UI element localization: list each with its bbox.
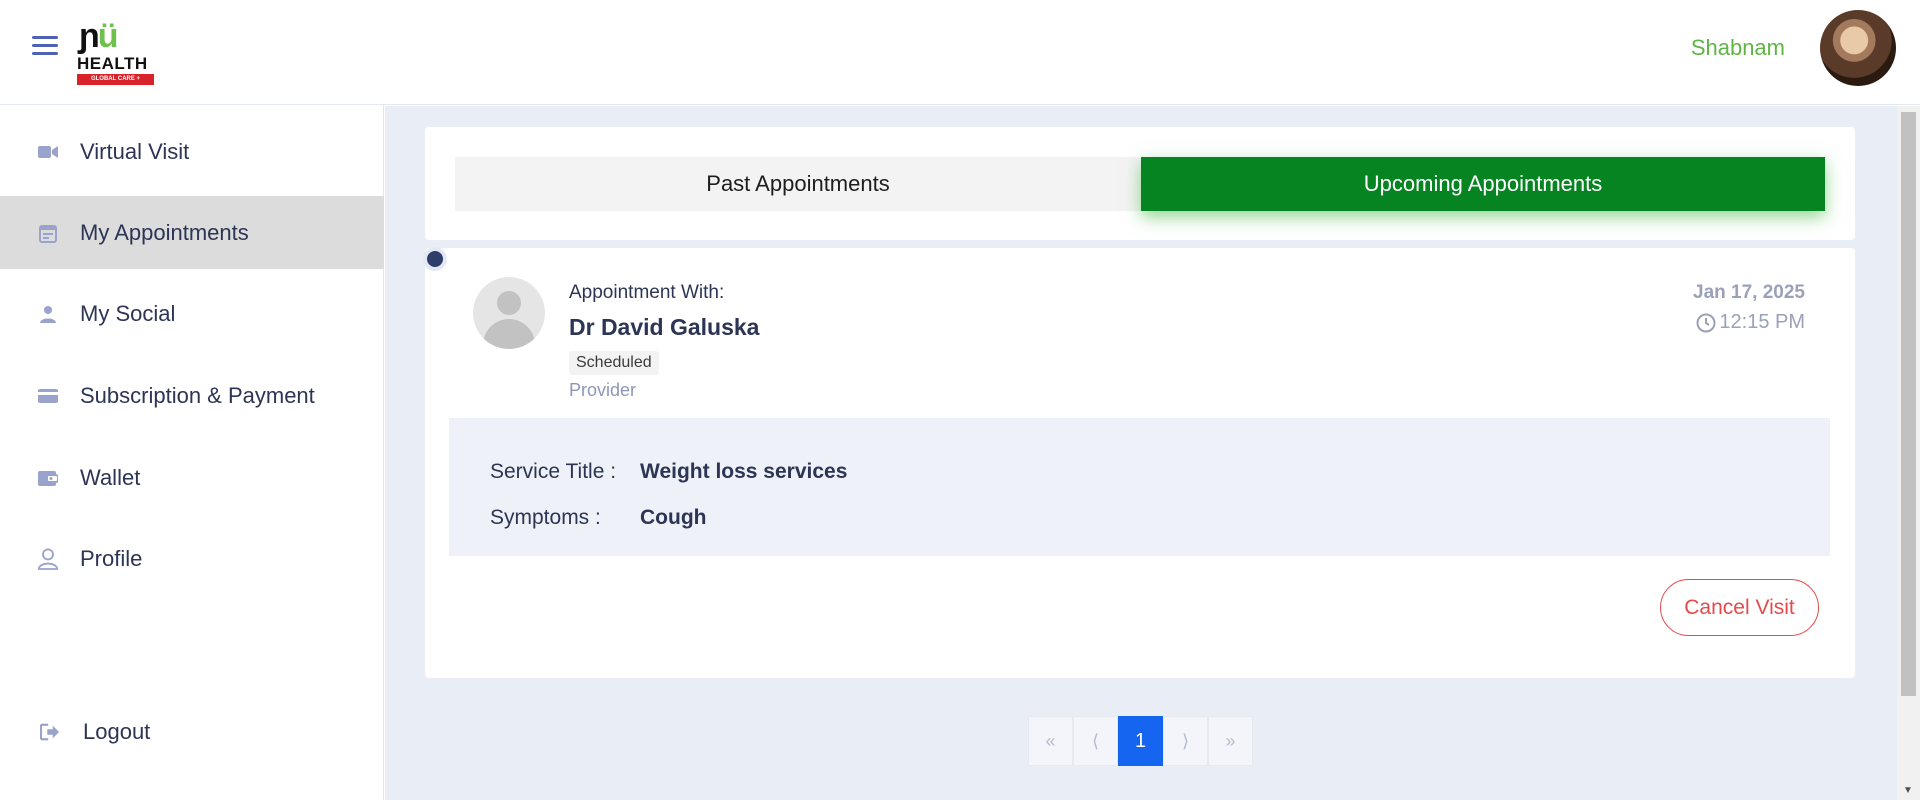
pagination-page-1[interactable]: 1 — [1118, 716, 1163, 766]
brand-logo[interactable]: ɲü HEALTH GLOBAL CARE + — [77, 18, 155, 88]
clock-icon — [1696, 313, 1716, 332]
pagination: « ⟨ 1 ⟩ » — [1028, 716, 1253, 766]
user-name[interactable]: Shabnam — [1691, 35, 1785, 61]
pagination-prev-button[interactable]: ⟨ — [1073, 716, 1118, 766]
credit-card-icon — [38, 386, 58, 406]
provider-role: Provider — [569, 380, 637, 400]
calendar-icon — [38, 223, 58, 243]
cancel-visit-button[interactable]: Cancel Visit — [1660, 579, 1819, 636]
sidebar: Virtual Visit My Appointments My Social … — [0, 105, 384, 800]
video-camera-icon — [38, 142, 58, 162]
hamburger-menu-icon[interactable] — [32, 36, 58, 58]
sidebar-item-label: Subscription & Payment — [80, 382, 315, 408]
sidebar-item-my-social[interactable]: My Social — [0, 277, 384, 350]
person-icon — [38, 304, 58, 324]
timeline-dot — [423, 247, 447, 271]
status-badge: Scheduled — [569, 351, 659, 375]
logo-tagline: GLOBAL CARE + — [77, 74, 154, 85]
pagination-first-button[interactable]: « — [1028, 716, 1073, 766]
main-content: Past Appointments Upcoming Appointments … — [385, 106, 1897, 800]
profile-icon — [38, 548, 58, 570]
logo-wordmark: HEALTH — [77, 54, 148, 73]
appointment-tabs: Past Appointments Upcoming Appointments — [425, 127, 1855, 240]
appointment-card: Appointment With: Dr David Galuska Sched… — [423, 247, 1855, 678]
tab-upcoming-appointments[interactable]: Upcoming Appointments — [1141, 157, 1825, 211]
wallet-icon — [38, 468, 58, 488]
sidebar-item-subscription-payment[interactable]: Subscription & Payment — [0, 359, 384, 432]
sidebar-item-my-appointments[interactable]: My Appointments — [0, 196, 384, 269]
user-avatar[interactable] — [1820, 10, 1896, 86]
logout-icon — [40, 722, 60, 742]
appointment-time: 12:15 PM — [1696, 311, 1805, 334]
sidebar-item-virtual-visit[interactable]: Virtual Visit — [0, 115, 384, 188]
scrollbar-thumb[interactable] — [1901, 112, 1916, 696]
sidebar-item-label: Virtual Visit — [80, 138, 190, 164]
appointment-time-text: 12:15 PM — [1719, 311, 1805, 333]
sidebar-item-label: Profile — [80, 545, 143, 571]
provider-avatar — [473, 277, 545, 349]
provider-name: Dr David Galuska — [569, 314, 760, 340]
symptoms-label: Symptoms : — [490, 506, 601, 529]
tab-past-appointments[interactable]: Past Appointments — [455, 157, 1141, 211]
sidebar-item-label: Wallet — [80, 464, 141, 490]
appointment-date: Jan 17, 2025 — [1693, 282, 1805, 303]
logo-mark: ɲü — [79, 17, 119, 55]
top-header: ɲü HEALTH GLOBAL CARE + Shabnam — [0, 0, 1920, 105]
pagination-last-button[interactable]: » — [1208, 716, 1253, 766]
service-title-value: Weight loss services — [640, 460, 848, 483]
sidebar-item-label: My Appointments — [80, 219, 249, 245]
symptoms-value: Cough — [640, 506, 707, 529]
sidebar-item-label: My Social — [80, 300, 176, 326]
scroll-down-arrow-icon[interactable]: ▼ — [1903, 785, 1913, 796]
service-title-label: Service Title : — [490, 460, 617, 483]
pagination-next-button[interactable]: ⟩ — [1163, 716, 1208, 766]
page-scrollbar[interactable]: ▼ — [1897, 106, 1920, 800]
appointment-details: Service Title : Weight loss services Sym… — [449, 418, 1830, 556]
sidebar-item-wallet[interactable]: Wallet — [0, 441, 384, 514]
appointment-with-label: Appointment With: — [569, 282, 725, 303]
sidebar-item-profile[interactable]: Profile — [0, 522, 384, 595]
sidebar-logout-label: Logout — [83, 718, 151, 744]
sidebar-item-logout[interactable]: Logout — [0, 695, 384, 768]
